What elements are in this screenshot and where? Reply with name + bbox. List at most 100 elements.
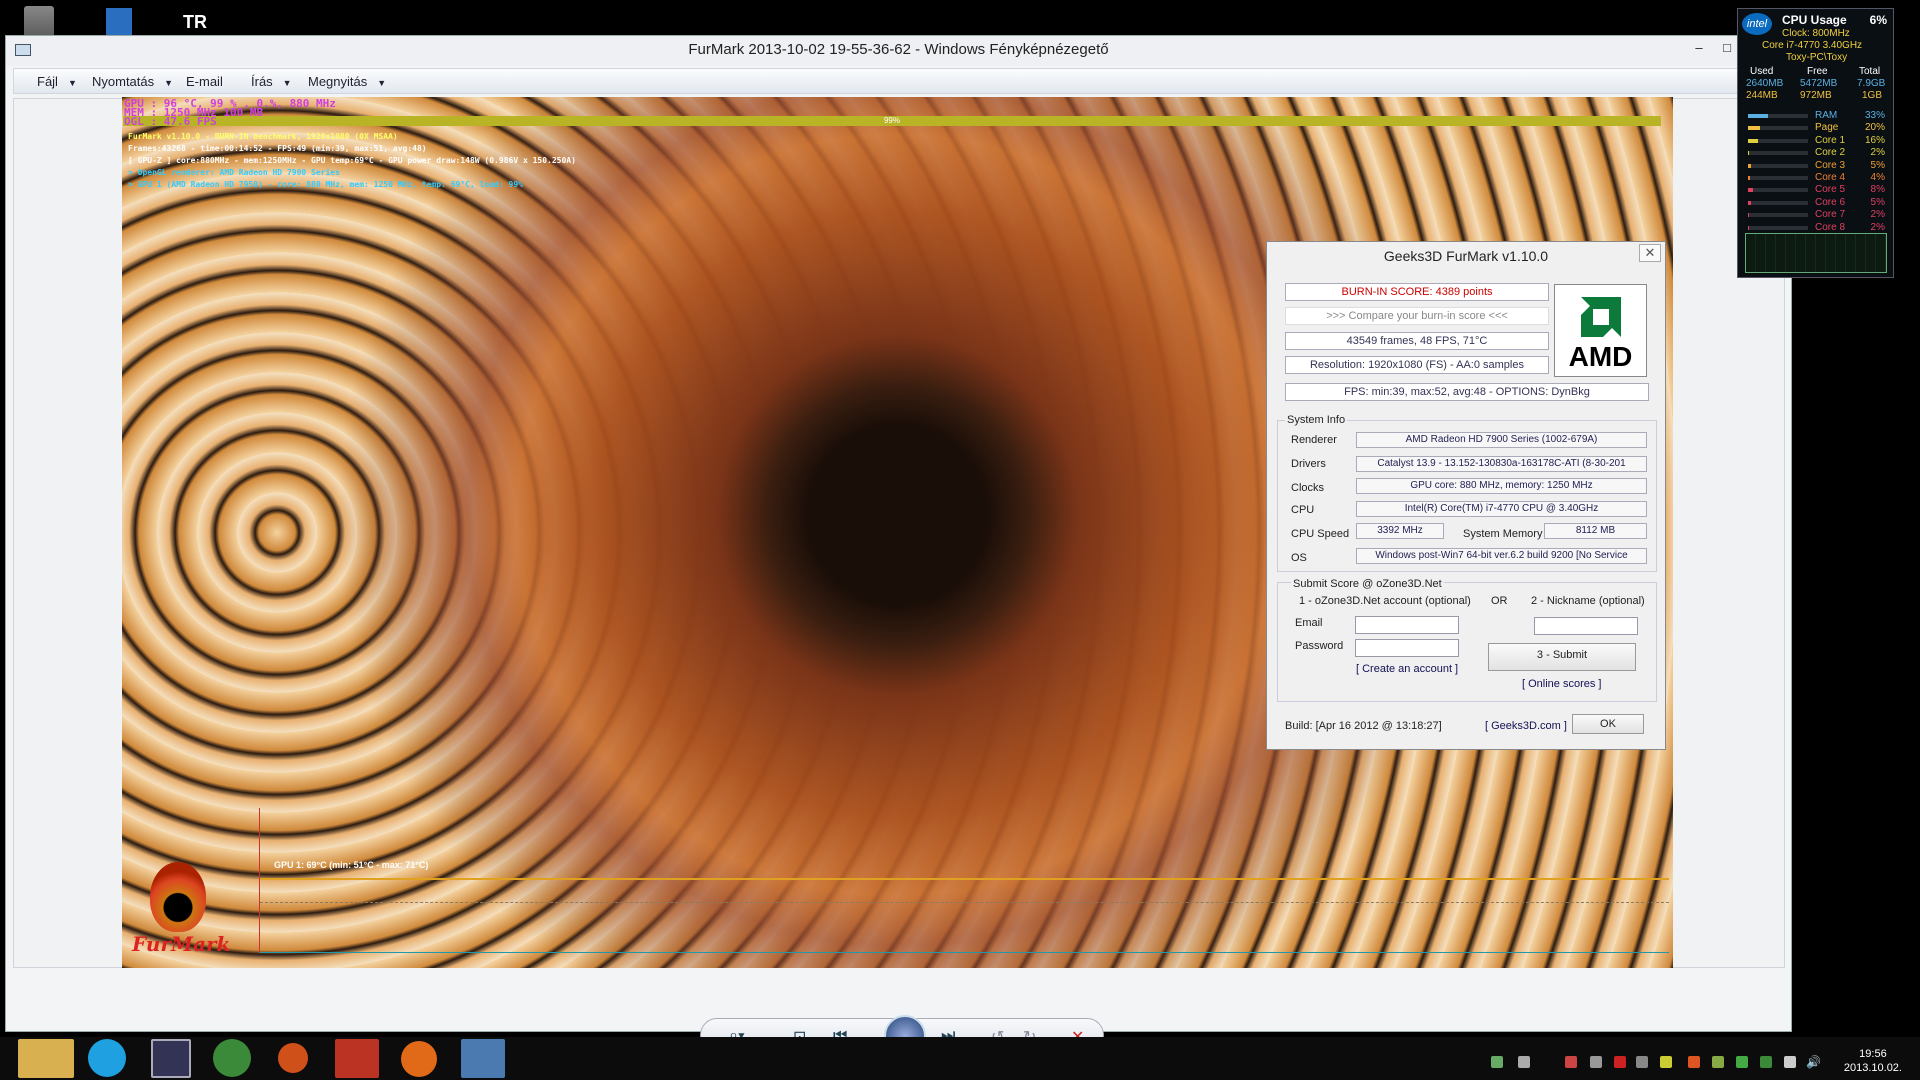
- page-used: 244MB: [1746, 90, 1778, 101]
- menu-file-label: Fájl: [37, 74, 58, 89]
- usage-row-label: Core 7: [1815, 209, 1846, 221]
- usage-bar-fill: [1748, 138, 1758, 143]
- taskbar: 🔊 19:56 2013.10.02.: [0, 1037, 1920, 1080]
- compare-score-link[interactable]: >>> Compare your burn-in score <<<: [1285, 307, 1549, 325]
- hud-info-frames: Frames:43268 - time:00:14:52 - FPS:49 (m…: [128, 144, 427, 153]
- tray-notifications-icon[interactable]: [1784, 1056, 1796, 1068]
- cpu-speed-value: 3392 MHz: [1356, 523, 1444, 539]
- menu-print[interactable]: Nyomtatás ▼: [92, 74, 173, 89]
- fps-summary: FPS: min:39, max:52, avg:48 - OPTIONS: D…: [1285, 383, 1649, 401]
- usage-bar-fill: [1748, 188, 1753, 193]
- tray-steam-icon[interactable]: [1590, 1056, 1602, 1068]
- temperature-graph: GPU 1: 69°C (min: 51°C - max: 71°C): [259, 808, 1669, 953]
- amd-logo-text: AMD: [1568, 341, 1633, 372]
- nickname-option-label: 2 - Nickname (optional): [1531, 595, 1645, 607]
- tray-gpu-icon[interactable]: [1660, 1056, 1672, 1068]
- usage-bar: [1748, 138, 1808, 143]
- furmark-results-dialog: Geeks3D FurMark v1.10.0 ✕ BURN-IN SCORE:…: [1266, 241, 1666, 750]
- col-free: Free: [1807, 66, 1828, 77]
- minimize-button[interactable]: –: [1689, 40, 1709, 55]
- usage-bar: [1748, 126, 1808, 131]
- chevron-down-icon: ▼: [164, 78, 174, 88]
- cpu-history-graph: [1745, 233, 1887, 273]
- clocks-value: GPU core: 880 MHz, memory: 1250 MHz: [1356, 478, 1647, 494]
- skype-icon[interactable]: [88, 1039, 126, 1077]
- ram-free: 5472MB: [1800, 78, 1838, 89]
- email-field[interactable]: [1355, 616, 1459, 634]
- usage-row-label: Core 5: [1815, 184, 1846, 196]
- usage-row-percent: 33%: [1864, 110, 1885, 121]
- password-field[interactable]: [1355, 639, 1459, 657]
- firefox-icon[interactable]: [401, 1041, 437, 1077]
- menu-burn[interactable]: Írás ▼: [251, 74, 292, 89]
- menu-print-label: Nyomtatás: [92, 74, 155, 89]
- usage-bar: [1748, 151, 1808, 156]
- cpu-clock: Clock: 800MHz: [1782, 28, 1850, 39]
- tray-shield-icon[interactable]: [1712, 1056, 1724, 1068]
- save-disk-icon[interactable]: [151, 1039, 191, 1078]
- graph-baseline: [260, 902, 1669, 903]
- dialog-title: Geeks3D FurMark v1.10.0: [1383, 248, 1549, 264]
- burning-app-icon[interactable]: [278, 1043, 308, 1073]
- usage-row-label: Core 3: [1815, 159, 1846, 171]
- tray-nvidia-icon[interactable]: [1736, 1056, 1748, 1068]
- usage-bar-fill: [1748, 200, 1751, 205]
- usage-row-label: Page: [1815, 122, 1839, 134]
- usage-bar: [1748, 188, 1808, 193]
- tray-firefox-icon[interactable]: [1688, 1056, 1700, 1068]
- os-value: Windows post-Win7 64-bit ver.6.2 build 9…: [1356, 548, 1647, 564]
- shortcut-icon[interactable]: [106, 8, 132, 36]
- tray-network-icon[interactable]: [1491, 1056, 1503, 1068]
- tray-plane-icon[interactable]: [1518, 1056, 1530, 1068]
- hud-load-bar: 99%: [123, 116, 1661, 126]
- tray-adobe-icon[interactable]: [1614, 1056, 1626, 1068]
- close-icon[interactable]: ✕: [1639, 244, 1661, 262]
- build-info: Build: [Apr 16 2012 @ 13:18:27]: [1285, 720, 1442, 732]
- usage-row-percent: 5%: [1870, 159, 1885, 171]
- account-option-label: 1 - oZone3D.Net account (optional): [1299, 595, 1471, 607]
- menu-burn-label: Írás: [251, 74, 273, 89]
- geeks3d-link[interactable]: [ Geeks3D.com ]: [1485, 720, 1567, 732]
- furmark-taskbar-icon[interactable]: [335, 1039, 379, 1078]
- create-account-link[interactable]: [ Create an account ]: [1356, 663, 1458, 675]
- tray-utorrent-icon[interactable]: [1760, 1056, 1772, 1068]
- renderer-label: Renderer: [1291, 434, 1337, 446]
- temperature-line: [260, 878, 1669, 880]
- photo-viewer-taskbar-icon[interactable]: [461, 1039, 505, 1078]
- cpu-usage-percent: 6%: [1869, 13, 1887, 27]
- menu-email[interactable]: E-mail: [186, 74, 223, 89]
- hud-info-gpuz: [ GPU-Z ] core:880MHz - mem:1250MHz - GP…: [128, 156, 576, 165]
- nickname-field[interactable]: [1534, 617, 1638, 635]
- amd-arrow-icon: [1581, 297, 1621, 337]
- menu-email-label: E-mail: [186, 74, 223, 89]
- usage-row-percent: 2%: [1870, 147, 1885, 159]
- usage-bar: [1748, 176, 1808, 180]
- email-label: Email: [1295, 617, 1323, 629]
- submit-score-heading: Submit Score @ oZone3D.Net: [1291, 578, 1444, 590]
- menu-file[interactable]: Fájl ▼: [37, 74, 77, 89]
- system-info-heading: System Info: [1285, 414, 1348, 426]
- drivers-value: Catalyst 13.9 - 13.152-130830a-163178C-A…: [1356, 456, 1647, 472]
- online-scores-link[interactable]: [ Online scores ]: [1522, 678, 1601, 690]
- col-total: Total: [1859, 66, 1881, 77]
- hud-ogl-line: OGL : 47.6 FPS: [124, 115, 217, 128]
- menu-open[interactable]: Megnyitás ▼: [308, 74, 386, 89]
- tray-app-icon[interactable]: [1636, 1056, 1648, 1068]
- taskbar-clock[interactable]: 19:56 2013.10.02.: [1844, 1047, 1902, 1075]
- tray-temp-icon[interactable]: [1565, 1056, 1577, 1068]
- utorrent-icon[interactable]: [213, 1039, 251, 1077]
- usage-row-percent: 2%: [1870, 221, 1885, 233]
- password-label: Password: [1295, 640, 1344, 652]
- ram-used: 2640MB: [1746, 78, 1784, 89]
- ok-button[interactable]: OK: [1572, 714, 1644, 734]
- or-label: OR: [1491, 595, 1508, 607]
- menu-open-label: Megnyitás: [308, 74, 368, 89]
- volume-icon[interactable]: 🔊: [1806, 1056, 1821, 1068]
- file-explorer-icon[interactable]: [18, 1039, 74, 1078]
- usage-bar-fill: [1748, 151, 1750, 156]
- usage-row-label: Core 1: [1815, 134, 1846, 146]
- submit-button[interactable]: 3 - Submit: [1488, 643, 1636, 671]
- amd-logo: AMD: [1554, 284, 1647, 377]
- usage-bar: [1748, 213, 1808, 218]
- maximize-button[interactable]: □: [1717, 40, 1737, 55]
